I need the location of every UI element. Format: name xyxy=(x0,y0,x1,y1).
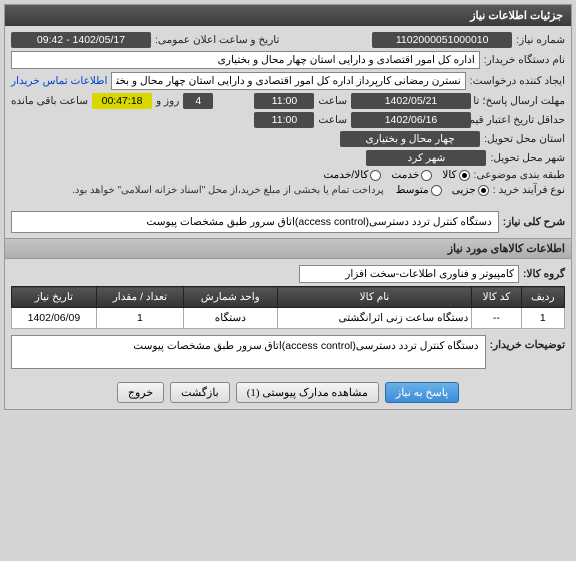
reply-button[interactable]: پاسخ به نیاز xyxy=(385,382,459,403)
radio-goods-service[interactable]: کالا/خدمت xyxy=(323,169,381,181)
group-label: گروه کالا: xyxy=(523,268,565,280)
need-details-panel: جزئیات اطلاعات نیاز شماره نیاز: 11020000… xyxy=(4,4,572,410)
panel-title: جزئیات اطلاعات نیاز xyxy=(5,5,571,26)
radio-goods[interactable]: کالا xyxy=(442,169,469,181)
category-radio-group: کالا خدمت کالا/خدمت xyxy=(323,169,469,181)
radio-partial[interactable]: جزیی xyxy=(452,184,489,196)
need-desc-label: شرح کلی نیاز: xyxy=(503,216,565,228)
group-input[interactable] xyxy=(299,265,519,283)
buyer-input[interactable] xyxy=(11,51,480,69)
need-desc-box: دستگاه کنترل تردد دسترسی(access control)… xyxy=(11,211,499,233)
contact-link[interactable]: اطلاعات تماس خریدار xyxy=(11,75,107,87)
radio-dot-icon xyxy=(478,185,489,196)
cell-code: -- xyxy=(472,308,521,329)
buyer-notes-box: دستگاه کنترل تردد دسترسی(access control)… xyxy=(11,335,486,369)
delivery-city: شهر کرد xyxy=(366,150,486,166)
cell-qty: 1 xyxy=(96,308,183,329)
days-left: 4 xyxy=(183,93,213,109)
requester-input[interactable] xyxy=(111,72,465,90)
radio-dot-icon xyxy=(421,170,432,181)
reply-until-label: مهلت ارسال پاسخ؛ تا تاریخ: xyxy=(475,95,565,107)
back-button[interactable]: بازگشت xyxy=(170,382,230,403)
radio-service[interactable]: خدمت xyxy=(391,169,432,181)
cell-name: دستگاه ساعت زنی اثرانگشتی xyxy=(277,308,472,329)
time-left-label: ساعت باقی مانده xyxy=(11,95,88,107)
delivery-prov-label: استان محل تحویل: xyxy=(484,133,565,145)
th-name: نام کالا xyxy=(277,287,472,308)
radio-dot-icon xyxy=(431,185,442,196)
process-note: پرداخت تمام یا بخشی از مبلغ خرید،از محل … xyxy=(72,185,384,196)
items-section-title: اطلاعات کالاهای مورد نیاز xyxy=(5,238,571,259)
items-table: ردیف کد کالا نام کالا واحد شمارش تعداد /… xyxy=(11,286,565,329)
reply-until-time: 11:00 xyxy=(254,93,314,109)
process-radio-group: جزیی متوسط xyxy=(396,184,489,196)
hour-label-1: ساعت xyxy=(318,95,347,107)
announce-label: تاریخ و ساعت اعلان عمومی: xyxy=(155,34,279,46)
validity-time: 11:00 xyxy=(254,112,314,128)
th-unit: واحد شمارش xyxy=(183,287,277,308)
th-qty: تعداد / مقدار xyxy=(96,287,183,308)
th-idx: ردیف xyxy=(521,287,564,308)
validity-date: 1402/06/16 xyxy=(351,112,471,128)
cell-unit: دستگاه xyxy=(183,308,277,329)
need-no-label: شماره نیاز: xyxy=(516,34,565,46)
announce-value: 1402/05/17 - 09:42 xyxy=(11,32,151,48)
hour-label-2: ساعت xyxy=(318,114,347,126)
th-code: کد کالا xyxy=(472,287,521,308)
table-header-row: ردیف کد کالا نام کالا واحد شمارش تعداد /… xyxy=(12,287,565,308)
footer-buttons: پاسخ به نیاز مشاهده مدارک پیوستی (1) باز… xyxy=(5,374,571,409)
cell-idx: 1 xyxy=(521,308,564,329)
day-label: روز و xyxy=(156,95,179,107)
validity-label: حداقل تاریخ اعتبار قیمت؛ تا تاریخ: xyxy=(475,114,565,126)
attachments-button[interactable]: مشاهده مدارک پیوستی (1) xyxy=(236,382,379,403)
need-no-value: 1102000051000010 xyxy=(372,32,512,48)
delivery-prov: چهار محال و بختیاری xyxy=(340,131,480,147)
exit-button[interactable]: خروج xyxy=(117,382,164,403)
cell-date: 1402/06/09 xyxy=(12,308,97,329)
requester-label: ایجاد کننده درخواست: xyxy=(470,75,565,87)
th-date: تاریخ نیاز xyxy=(12,287,97,308)
table-row[interactable]: 1 -- دستگاه ساعت زنی اثرانگشتی دستگاه 1 … xyxy=(12,308,565,329)
category-label: طبقه بندی موضوعی: xyxy=(474,169,565,181)
form-area: شماره نیاز: 1102000051000010 تاریخ و ساع… xyxy=(5,26,571,201)
radio-dot-icon xyxy=(370,170,381,181)
delivery-city-label: شهر محل تحویل: xyxy=(490,152,565,164)
radio-medium[interactable]: متوسط xyxy=(396,184,442,196)
radio-dot-icon xyxy=(459,170,470,181)
time-left: 00:47:18 xyxy=(92,93,152,109)
buyer-notes-label: توضیحات خریدار: xyxy=(490,335,565,351)
reply-until-date: 1402/05/21 xyxy=(351,93,471,109)
process-label: نوع فرآیند خرید : xyxy=(493,184,565,196)
buyer-label: نام دستگاه خریدار: xyxy=(484,54,565,66)
